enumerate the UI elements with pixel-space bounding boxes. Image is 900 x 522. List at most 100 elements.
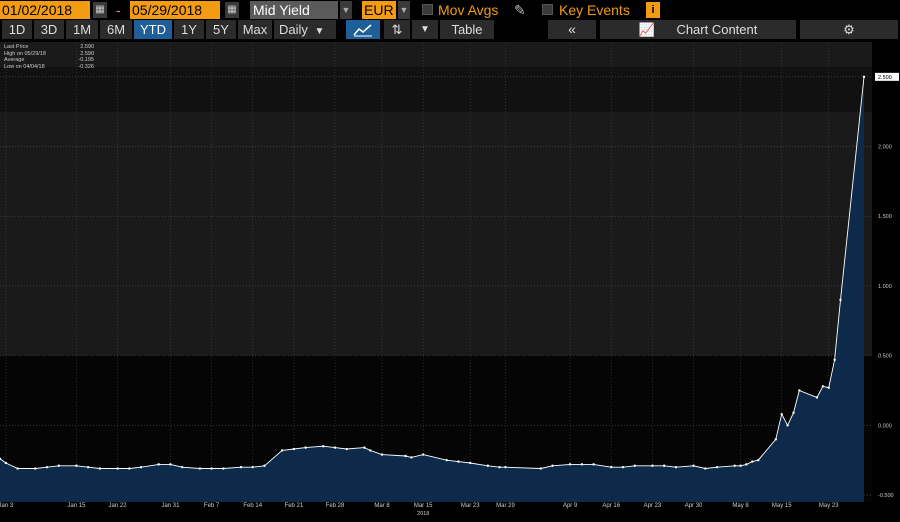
info-icon[interactable]: i	[646, 2, 660, 18]
data-point	[621, 465, 625, 469]
end-date-field[interactable]: 05/29/2018	[130, 1, 220, 19]
data-point	[410, 456, 413, 459]
data-point	[745, 463, 748, 466]
range-button-1y[interactable]: 1Y	[174, 20, 204, 39]
x-tick-label: Mar 8	[374, 503, 390, 509]
data-point	[815, 396, 819, 399]
frequency-select[interactable]: Daily ▼	[274, 20, 336, 39]
data-point	[139, 465, 143, 469]
data-point	[751, 460, 754, 463]
data-point	[263, 464, 266, 467]
y-tick-label: 1.000	[878, 284, 892, 290]
x-tick-label: Mar 23	[461, 503, 480, 509]
x-tick-label: Apr 23	[644, 503, 662, 509]
data-point	[821, 385, 825, 388]
x-tick-label: Jan 31	[161, 503, 180, 509]
range-button-3d[interactable]: 3D	[34, 20, 64, 39]
data-point	[662, 464, 666, 467]
data-point	[862, 75, 866, 79]
range-button-ytd[interactable]: YTD	[134, 20, 172, 39]
data-point	[304, 446, 307, 449]
range-button-5y[interactable]: 5Y	[206, 20, 236, 39]
chevron-down-icon[interactable]: ▼	[398, 1, 410, 19]
data-point	[692, 464, 695, 467]
data-point	[780, 412, 783, 416]
toolbar-row-1: 01/02/2018 ▦ - 05/29/2018 ▦ Mid Yield ▼ …	[0, 0, 900, 20]
table-button[interactable]: Table	[440, 20, 494, 39]
x-tick-label: Feb 28	[326, 503, 345, 509]
data-point	[786, 424, 789, 427]
chart-content-label: Chart Content	[676, 22, 758, 37]
legend-item: Low on 04/04/18 -0.326	[4, 63, 94, 70]
x-tick-label: Mar 29	[496, 503, 515, 509]
x-tick-label: Apr 16	[602, 503, 620, 509]
date-separator: -	[116, 2, 121, 18]
range-button-6m[interactable]: 6M	[100, 20, 132, 39]
chart-legend: Last Price 2.590 High on 05/29/18 2.590 Av…	[4, 44, 94, 70]
last-value-label: 2.500	[878, 75, 892, 81]
data-point	[774, 438, 778, 441]
gear-icon[interactable]: ⚙	[800, 20, 898, 39]
range-button-1d[interactable]: 1D	[2, 20, 32, 39]
data-point	[333, 446, 337, 449]
toolbar-row-2: 1D 3D 1M 6M YTD 1Y 5Y Max Daily ▼ ⇅ ▼ Ta…	[0, 20, 900, 40]
data-point	[610, 465, 613, 469]
data-point	[568, 463, 572, 466]
data-point	[674, 465, 678, 469]
calendar-icon[interactable]: ▦	[93, 2, 107, 18]
data-point	[839, 298, 842, 302]
start-date-field[interactable]: 01/02/2018	[0, 1, 90, 19]
x-tick-label: Mar 15	[414, 503, 433, 509]
x-tick-label: May 15	[772, 503, 792, 509]
data-point	[651, 464, 654, 467]
chevron-down-icon[interactable]: ▼	[412, 20, 438, 39]
data-point	[210, 467, 213, 470]
x-tick-label: Apr 30	[685, 503, 703, 509]
data-point	[421, 453, 425, 456]
data-point	[4, 461, 8, 465]
x-tick-label: Jan 22	[109, 503, 128, 509]
data-point	[280, 449, 284, 452]
calendar-icon[interactable]: ▦	[225, 2, 239, 18]
data-point	[45, 465, 49, 469]
range-button-max[interactable]: Max	[238, 20, 272, 39]
mov-avgs-checkbox[interactable]	[422, 4, 433, 15]
data-point	[539, 467, 542, 470]
data-point	[798, 389, 801, 392]
chevron-down-icon: ▼	[314, 26, 325, 37]
line-chart-icon[interactable]	[346, 20, 380, 39]
y-tick-label: 0.500	[878, 354, 892, 360]
mov-avgs-label: Mov Avgs	[438, 2, 499, 18]
data-point	[404, 454, 407, 458]
x-tick-label: Apr 9	[563, 503, 578, 509]
data-point	[86, 465, 90, 469]
currency-select[interactable]: EUR	[362, 1, 396, 19]
data-point	[198, 467, 202, 470]
field-select[interactable]: Mid Yield	[250, 1, 338, 19]
data-point	[322, 445, 325, 448]
x-tick-label: May 23	[819, 503, 839, 509]
y-tick-label: 0.000	[878, 423, 892, 429]
year-label: 2018	[417, 511, 429, 517]
bar-type-icon[interactable]: ⇅	[384, 20, 410, 39]
plot-band-top	[0, 66, 872, 112]
data-point	[239, 465, 243, 469]
data-point	[116, 467, 119, 470]
key-events-label: Key Events	[559, 2, 630, 18]
key-events-checkbox[interactable]	[542, 4, 553, 15]
chevron-down-icon[interactable]: ▼	[340, 1, 352, 19]
pencil-icon[interactable]: ✎	[514, 1, 526, 19]
data-point	[739, 464, 742, 467]
x-tick-label: Feb 21	[285, 503, 304, 509]
data-point	[157, 463, 160, 466]
data-point	[363, 446, 366, 449]
range-button-1m[interactable]: 1M	[66, 20, 98, 39]
x-tick-label: Feb 14	[243, 503, 262, 509]
collapse-left-icon[interactable]: «	[548, 20, 596, 39]
data-point	[251, 465, 254, 469]
y-tick-label: -0.500	[878, 493, 894, 499]
chart-content-button[interactable]: 📈 Chart Content	[600, 20, 796, 39]
yield-chart: Jan 3 Jan 15 Jan 22 Jan 31 Feb 7 Feb 14 Feb 21…	[0, 42, 899, 517]
data-point	[75, 464, 78, 467]
chart-content-icon: 📈	[638, 22, 655, 37]
